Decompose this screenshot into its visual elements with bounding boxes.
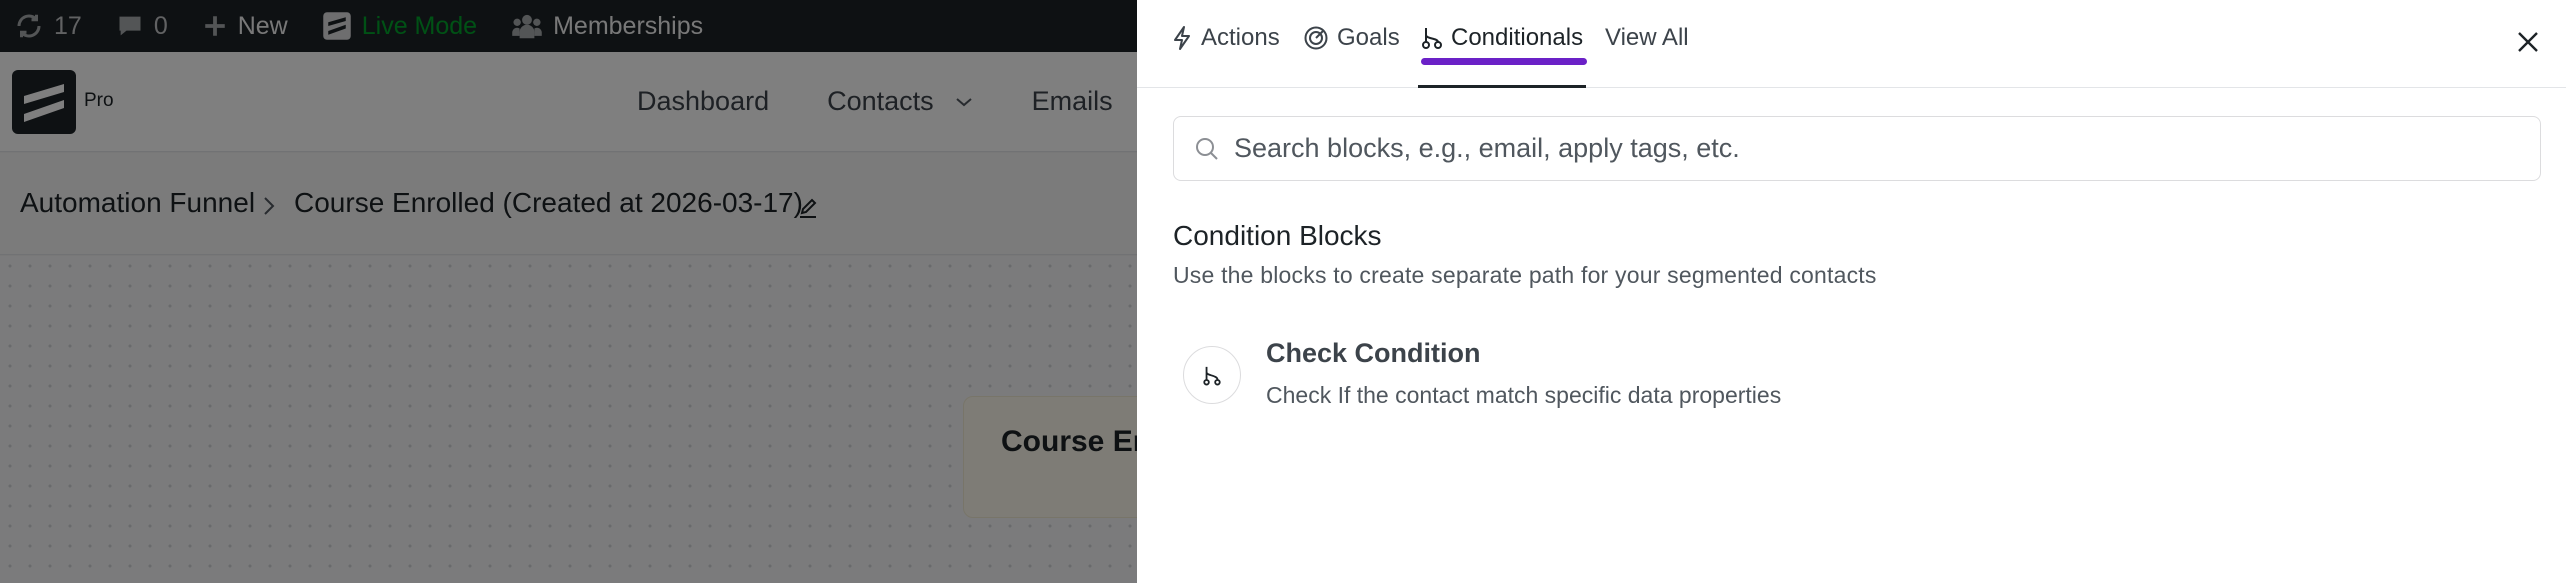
lightning-icon (1174, 26, 1190, 50)
block-description: Check If the contact match specific data… (1266, 382, 1782, 408)
tab-goals-label: Goals (1337, 24, 1400, 51)
modal-backdrop[interactable] (0, 0, 1137, 583)
tab-goals[interactable]: Goals (1303, 24, 1400, 52)
tab-view-all[interactable]: View All (1605, 24, 1689, 52)
search-input[interactable] (1234, 133, 2514, 164)
active-tab-border (1418, 85, 1586, 88)
tab-actions[interactable]: Actions (1171, 24, 1280, 52)
block-icon-wrapper (1183, 346, 1241, 404)
branch-icon (1203, 366, 1221, 386)
tab-conditionals-label: Conditionals (1451, 24, 1584, 51)
block-check-condition[interactable]: Check Condition Check If the contact mat… (1183, 338, 1883, 418)
tab-actions-label: Actions (1201, 24, 1280, 51)
block-title: Check Condition (1266, 338, 1481, 368)
blocks-drawer: Actions Goals Conditionals View All Cond… (1137, 0, 2566, 583)
section-description: Use the blocks to create separate path f… (1173, 262, 1877, 288)
section-title: Condition Blocks (1173, 220, 1382, 251)
drawer-tabs: Actions Goals Conditionals View All (1137, 0, 2566, 88)
close-button[interactable] (2510, 24, 2546, 60)
active-tab-indicator (1421, 58, 1587, 65)
tab-view-all-label: View All (1605, 24, 1689, 51)
search-icon (1196, 137, 1218, 160)
target-icon (1304, 26, 1328, 50)
search-field[interactable] (1173, 116, 2541, 181)
branch-icon (1422, 28, 1442, 49)
close-icon (2518, 32, 2538, 52)
tab-conditionals[interactable]: Conditionals (1421, 24, 1583, 52)
